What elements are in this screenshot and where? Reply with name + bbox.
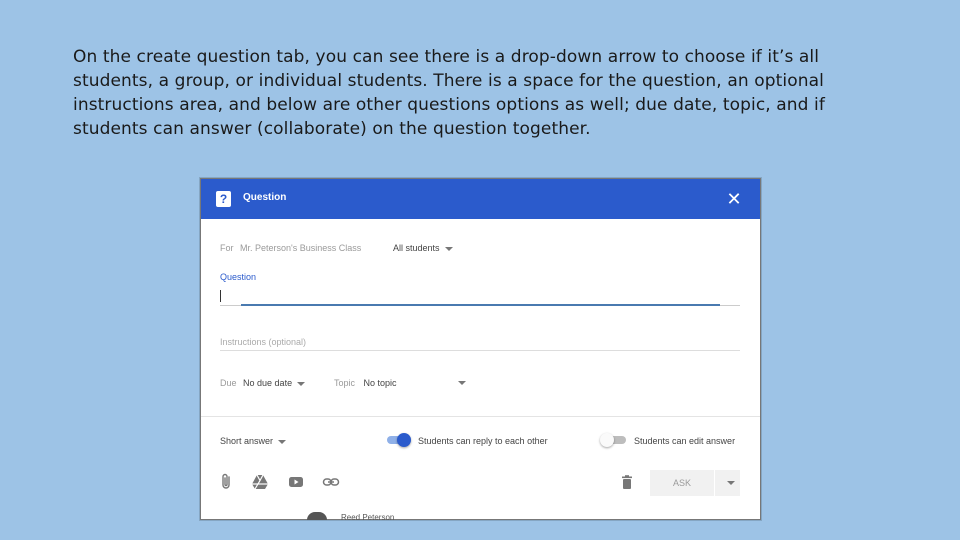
for-label: For bbox=[220, 243, 234, 253]
chevron-down-icon bbox=[278, 439, 287, 444]
attachment-icon[interactable] bbox=[218, 473, 236, 491]
dialog-title: Question bbox=[243, 192, 287, 203]
question-icon: ? bbox=[216, 191, 231, 207]
topic-label: Topic bbox=[334, 378, 356, 388]
close-icon[interactable]: ✕ bbox=[724, 189, 744, 209]
question-label: Question bbox=[220, 272, 257, 282]
reply-toggle[interactable] bbox=[385, 433, 411, 447]
question-input[interactable] bbox=[220, 287, 740, 305]
chevron-down-icon[interactable] bbox=[727, 481, 735, 485]
answer-type-value: Short answer bbox=[220, 436, 274, 446]
edit-toggle-label: Students can edit answer bbox=[634, 436, 736, 446]
slide-caption: On the create question tab, you can see … bbox=[73, 47, 825, 139]
answer-type-dropdown[interactable]: Short answer bbox=[220, 436, 287, 446]
ask-button-group: ASK bbox=[650, 470, 740, 496]
chevron-down-icon bbox=[297, 381, 306, 386]
avatar bbox=[307, 512, 327, 520]
toggle-knob bbox=[600, 433, 614, 447]
youtube-icon[interactable] bbox=[287, 473, 305, 491]
due-value: No due date bbox=[243, 378, 293, 388]
chevron-down-icon bbox=[444, 246, 453, 251]
instructions-input[interactable] bbox=[220, 333, 740, 351]
trash-icon[interactable] bbox=[618, 473, 636, 491]
reply-toggle-label: Students can reply to each other bbox=[418, 436, 548, 446]
chevron-down-icon[interactable] bbox=[458, 381, 466, 385]
for-row: For Mr. Peterson's Business Class bbox=[220, 243, 361, 253]
question-dialog: ? Question ✕ For Mr. Peterson's Business… bbox=[200, 178, 761, 522]
topic-dropdown[interactable]: Topic No topic bbox=[334, 378, 397, 388]
link-icon[interactable] bbox=[322, 473, 340, 491]
drive-icon[interactable] bbox=[251, 473, 269, 491]
audience-dropdown[interactable]: All students bbox=[393, 243, 453, 253]
audience-value: All students bbox=[393, 243, 440, 253]
partial-background-text: Reed Peterson bbox=[341, 513, 395, 522]
text-cursor bbox=[220, 290, 221, 302]
ask-button[interactable]: ASK bbox=[650, 470, 714, 496]
toggle-knob bbox=[397, 433, 411, 447]
topic-value: No topic bbox=[363, 378, 397, 388]
due-dropdown[interactable]: Due No due date bbox=[220, 378, 306, 388]
dialog-titlebar: ? Question ✕ bbox=[201, 179, 760, 219]
ask-separator bbox=[714, 470, 715, 496]
divider bbox=[201, 416, 760, 417]
due-label: Due bbox=[220, 378, 237, 388]
edit-toggle[interactable] bbox=[600, 433, 626, 447]
question-focus-underline bbox=[241, 304, 720, 306]
class-name: Mr. Peterson's Business Class bbox=[240, 243, 362, 253]
